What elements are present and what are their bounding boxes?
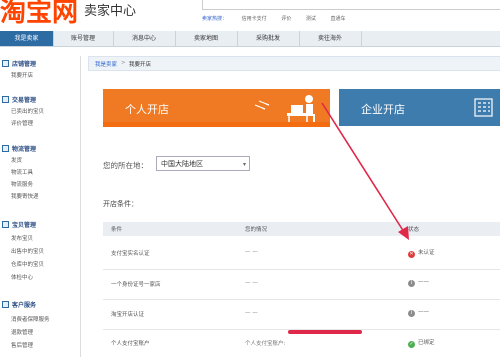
row-status: i —— [408, 279, 429, 287]
section-icon [2, 145, 9, 152]
row-status: ✕ 未认证 [408, 250, 435, 258]
table-row: 淘宝开店认证 — — i —— [103, 299, 500, 330]
row-condition: 支付宝实名认证 [111, 251, 150, 257]
nav-tab-account[interactable]: 账号管理 [53, 31, 114, 46]
personal-store-underline [103, 122, 330, 127]
sidebar-section-trade[interactable]: 交易管理 [2, 95, 36, 104]
enterprise-store-banner[interactable]: 企业开店 [339, 89, 500, 126]
redaction-mark [288, 330, 362, 334]
table-row: 支付宝实名认证 — — ✕ 未认证 [103, 236, 500, 270]
row-condition: 个人支付宝账户 [111, 341, 150, 347]
table-row: 一个身份证号一家店 — — i —— [103, 269, 500, 300]
breadcrumb-separator: > [121, 60, 126, 66]
col-header-condition: 条件 [111, 227, 123, 233]
info-icon: i [408, 310, 415, 317]
conditions-title: 开店条件： [103, 200, 138, 208]
chevron-down-icon: ▾ [242, 161, 246, 168]
row-situation: — — [245, 310, 258, 316]
sidebar-item-sold[interactable]: 已卖出的宝贝 [11, 107, 44, 115]
nav-tab-seller-map[interactable]: 卖家地图 [175, 31, 238, 46]
breadcrumb: 我是卖家 > 我要开店 [88, 56, 500, 71]
region-select[interactable]: 中国大陆地区 ▾ [156, 156, 250, 171]
search-box[interactable] [202, 0, 500, 10]
row-condition: 淘宝开店认证 [111, 312, 145, 318]
row-situation: — — [245, 249, 258, 255]
sidebar-item-logistics-tools[interactable]: 物流工具 [11, 168, 33, 176]
check-icon: ✓ [408, 341, 415, 348]
sidebar-item-reviews[interactable]: 评价管理 [11, 119, 33, 127]
personal-store-banner[interactable]: 个人开店 [103, 89, 330, 126]
sidebar-item-refunds[interactable]: 退款管理 [11, 328, 33, 336]
conditions-table: 条件 您的情况 状态 支付宝实名认证 — — ✕ 未认证 一个身份证号一家店 — … [103, 222, 500, 357]
seller-center-title: 卖家中心 [84, 4, 137, 19]
breadcrumb-link-seller[interactable]: 我是卖家 [95, 60, 117, 68]
hot-search-links: 卖家热搜： 信用卡支付 评价 测试 直通车 [202, 15, 358, 22]
hot-search-link[interactable]: 直通车 [330, 16, 345, 22]
sidebar-item-warehouse[interactable]: 仓库中的宝贝 [11, 260, 44, 268]
section-icon [2, 60, 9, 67]
sidebar-item-ship[interactable]: 发货 [11, 156, 22, 164]
col-header-status: 状态 [408, 227, 420, 233]
hot-search-link[interactable]: 信用卡支付 [242, 16, 267, 22]
sidebar-section-items[interactable]: 宝贝管理 [2, 220, 36, 229]
personal-store-label: 个人开店 [125, 103, 169, 116]
nav-tab-overseas[interactable]: 卖往海外 [299, 31, 362, 46]
nav-tab-wholesale[interactable]: 采购批发 [237, 31, 300, 46]
sidebar-item-logistics-service[interactable]: 物流服务 [11, 180, 33, 188]
sidebar-item-on-sale[interactable]: 出售中的宝贝 [11, 247, 44, 255]
sidebar-item-consumer-protection[interactable]: 消费者保障服务 [11, 315, 50, 323]
breadcrumb-current: 我要开店 [129, 62, 152, 68]
nav-tab-seller[interactable]: 我是卖家 [0, 31, 54, 46]
building-icon [474, 98, 493, 117]
nav-tab-messages[interactable]: 消息中心 [113, 31, 176, 46]
error-icon: ✕ [408, 251, 415, 258]
enterprise-store-label: 企业开店 [361, 103, 405, 116]
hot-search-link[interactable]: 测试 [306, 16, 316, 22]
sidebar-item-after-sales[interactable]: 售后管理 [11, 341, 33, 349]
sidebar-section-store[interactable]: 店铺管理 [2, 59, 36, 68]
sidebar-section-service[interactable]: 客户服务 [2, 300, 36, 309]
taobao-logo[interactable]: 淘宝网 [0, 0, 78, 29]
row-condition: 一个身份证号一家店 [111, 282, 161, 288]
hot-search-label: 卖家热搜： [202, 16, 228, 22]
region-select-value: 中国大陆地区 [161, 160, 203, 168]
info-icon: i [408, 280, 415, 287]
row-status: i —— [408, 309, 429, 317]
table-header: 条件 您的情况 状态 [103, 222, 500, 236]
region-label: 您的所在地： [103, 161, 148, 170]
sidebar-section-logistics[interactable]: 物流管理 [2, 144, 36, 153]
sidebar-item-open-store[interactable]: 我要开店 [11, 71, 33, 79]
sidebar: 店铺管理 我要开店 交易管理 已卖出的宝贝 评价管理 物流管理 发货 物流工具 … [0, 56, 81, 357]
sidebar-item-checkup[interactable]: 体检中心 [11, 273, 33, 281]
section-icon [2, 96, 9, 103]
row-situation: — — [245, 280, 258, 286]
row-situation: 个人支付宝账户: [245, 341, 286, 347]
section-icon [2, 221, 9, 228]
col-header-situation: 您的情况 [245, 227, 268, 233]
hot-search-link[interactable]: 评价 [281, 16, 291, 22]
sidebar-item-express[interactable]: 我要寄快递 [11, 192, 39, 200]
row-status: ✓ 已绑定 [408, 340, 435, 348]
sidebar-item-publish[interactable]: 发布宝贝 [11, 234, 33, 242]
section-icon [2, 301, 9, 308]
